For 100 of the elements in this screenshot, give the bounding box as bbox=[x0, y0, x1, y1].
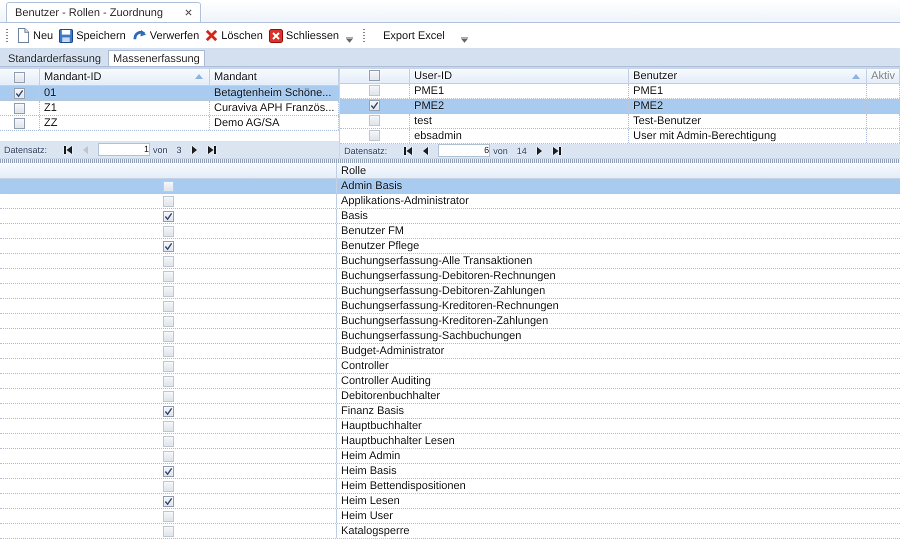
first-record-icon[interactable] bbox=[404, 146, 412, 155]
last-record-icon[interactable] bbox=[552, 146, 561, 155]
checkbox[interactable] bbox=[162, 210, 174, 222]
table-cell: Buchungserfassung-Sachbuchungen bbox=[341, 330, 522, 342]
table-cell: Buchungserfassung-Debitoren-Rechnungen bbox=[341, 270, 556, 282]
table-cell: Applikations-Administrator bbox=[341, 195, 469, 207]
table-cell: Budget-Administrator bbox=[341, 345, 444, 357]
column-header[interactable]: Mandant-ID bbox=[40, 69, 210, 85]
table-row[interactable]: Heim Lesen bbox=[0, 494, 900, 509]
table-cell: Benutzer FM bbox=[341, 225, 404, 237]
table-cell: Hauptbuchhalter bbox=[341, 420, 422, 432]
next-record-icon[interactable] bbox=[190, 146, 199, 154]
checkbox[interactable] bbox=[14, 118, 25, 128]
toolbar-grip-icon bbox=[363, 28, 366, 42]
new-button[interactable]: Neu bbox=[16, 26, 54, 45]
table-row[interactable]: Buchungserfassung-Debitoren-Rechnungen bbox=[0, 269, 900, 284]
table-row[interactable]: 01 Betagtenheim Schöne... bbox=[0, 86, 340, 101]
close-button[interactable]: Schliessen bbox=[268, 26, 340, 44]
checkbox[interactable] bbox=[14, 88, 25, 98]
table-row[interactable]: Benutzer Pflege bbox=[0, 239, 900, 254]
record-total: 14 bbox=[516, 146, 527, 156]
table-cell: Demo AG/SA bbox=[214, 117, 280, 129]
export-button[interactable]: Export Excel bbox=[373, 28, 455, 44]
table-cell: PME1 bbox=[414, 84, 444, 97]
table-cell: Buchungserfassung-Kreditoren-Zahlungen bbox=[341, 315, 548, 327]
table-cell: Heim Basis bbox=[341, 465, 397, 477]
table-row[interactable]: Finanz Basis bbox=[0, 404, 900, 419]
sort-arrow-icon bbox=[195, 74, 203, 79]
table-cell: Betagtenheim Schöne... bbox=[214, 87, 332, 99]
table-cell: Test-Benutzer bbox=[633, 114, 702, 127]
table-row[interactable]: Admin Basis bbox=[0, 179, 900, 194]
table-cell: Controller bbox=[341, 360, 389, 372]
record-number-field[interactable]: 1 bbox=[98, 143, 150, 156]
table-row[interactable]: Heim Bettendispositionen bbox=[0, 479, 900, 494]
table-cell: Heim Lesen bbox=[341, 495, 400, 507]
table-cell: Debitorenbuchhalter bbox=[341, 390, 440, 402]
close-icon bbox=[268, 28, 283, 42]
table-cell: Controller Auditing bbox=[341, 375, 431, 387]
first-record-icon[interactable] bbox=[64, 146, 72, 154]
table-row[interactable]: Benutzer FM bbox=[0, 224, 900, 239]
checkbox[interactable] bbox=[369, 100, 380, 112]
table-cell: 01 bbox=[44, 87, 56, 99]
table-row[interactable]: Buchungserfassung-Sachbuchungen bbox=[0, 329, 900, 344]
table-row[interactable]: Buchungserfassung-Kreditoren-Rechnungen bbox=[0, 299, 900, 314]
table-row[interactable]: Heim Basis bbox=[0, 464, 900, 479]
x-icon bbox=[205, 29, 218, 42]
table-cell: Basis bbox=[341, 210, 368, 222]
table-row[interactable]: test Test-Benutzer bbox=[340, 114, 900, 129]
table-row[interactable]: Buchungserfassung-Kreditoren-Zahlungen bbox=[0, 314, 900, 329]
checkbox[interactable] bbox=[369, 70, 380, 82]
record-label: Datensatz: bbox=[344, 146, 388, 156]
table-cell: PME2 bbox=[414, 100, 444, 112]
close-icon[interactable] bbox=[184, 9, 192, 16]
table-row[interactable]: Applikations-Administrator bbox=[0, 194, 900, 209]
table-row[interactable]: Controller bbox=[0, 359, 900, 374]
document-tab[interactable]: Benutzer - Rollen - Zuordnung bbox=[6, 2, 201, 22]
table-row[interactable]: Budget-Administrator bbox=[0, 344, 900, 359]
table-row[interactable]: Buchungserfassung-Debitoren-Zahlungen bbox=[0, 284, 900, 299]
record-label: Datensatz: bbox=[4, 144, 48, 154]
table-row[interactable]: PME2 PME2 bbox=[340, 98, 900, 114]
of-label: von bbox=[493, 146, 508, 156]
table-cell: Heim User bbox=[341, 510, 393, 522]
undo-button[interactable]: Verwerfen bbox=[130, 27, 200, 44]
column-header[interactable]: User-ID bbox=[410, 69, 630, 83]
table-row[interactable]: Katalogsperre bbox=[0, 524, 900, 539]
table-row[interactable]: Controller Auditing bbox=[0, 374, 900, 389]
table-row[interactable]: Heim Admin bbox=[0, 449, 900, 464]
table-row[interactable]: Debitorenbuchhalter bbox=[0, 389, 900, 404]
last-record-icon[interactable] bbox=[208, 146, 216, 154]
table-row[interactable]: Hauptbuchhalter Lesen bbox=[0, 434, 900, 449]
table-cell: Benutzer Pflege bbox=[341, 240, 420, 252]
previous-record-icon[interactable] bbox=[421, 146, 430, 155]
record-number-field[interactable]: 6 bbox=[438, 144, 490, 158]
table-cell: Hauptbuchhalter Lesen bbox=[341, 435, 455, 447]
page-icon bbox=[17, 28, 30, 43]
delete-button[interactable]: Löschen bbox=[204, 27, 264, 44]
table-row[interactable]: Heim User bbox=[0, 509, 900, 524]
table-row[interactable]: Hauptbuchhalter bbox=[0, 419, 900, 434]
save-button[interactable]: Speichern bbox=[58, 26, 127, 44]
checkbox[interactable] bbox=[162, 466, 174, 476]
next-record-icon[interactable] bbox=[536, 146, 544, 155]
checkbox[interactable] bbox=[162, 240, 174, 252]
table-cell: Katalogsperre bbox=[341, 525, 410, 537]
table-cell: Finanz Basis bbox=[341, 405, 404, 417]
checkbox[interactable] bbox=[14, 102, 25, 114]
table-row[interactable]: Buchungserfassung-Alle Transaktionen bbox=[0, 254, 900, 269]
table-cell: test bbox=[414, 114, 432, 127]
checkbox[interactable] bbox=[162, 406, 174, 416]
table-cell: PME1 bbox=[633, 84, 664, 97]
tab[interactable]: Massenerfassung bbox=[108, 50, 205, 66]
tab[interactable]: Standarderfassung bbox=[3, 50, 106, 66]
column-header[interactable]: Benutzer bbox=[629, 69, 868, 83]
table-row[interactable]: Basis bbox=[0, 209, 900, 224]
checkbox[interactable] bbox=[162, 496, 174, 506]
table-row[interactable]: ZZ Demo AG/SA bbox=[0, 116, 340, 131]
table-cell: Buchungserfassung-Debitoren-Zahlungen bbox=[341, 285, 546, 297]
checkbox[interactable] bbox=[14, 72, 25, 82]
curved-arrow-icon bbox=[132, 29, 147, 42]
table-cell: ZZ bbox=[44, 117, 58, 129]
table-row[interactable]: Z1 Curaviva APH Französ... bbox=[0, 101, 340, 116]
